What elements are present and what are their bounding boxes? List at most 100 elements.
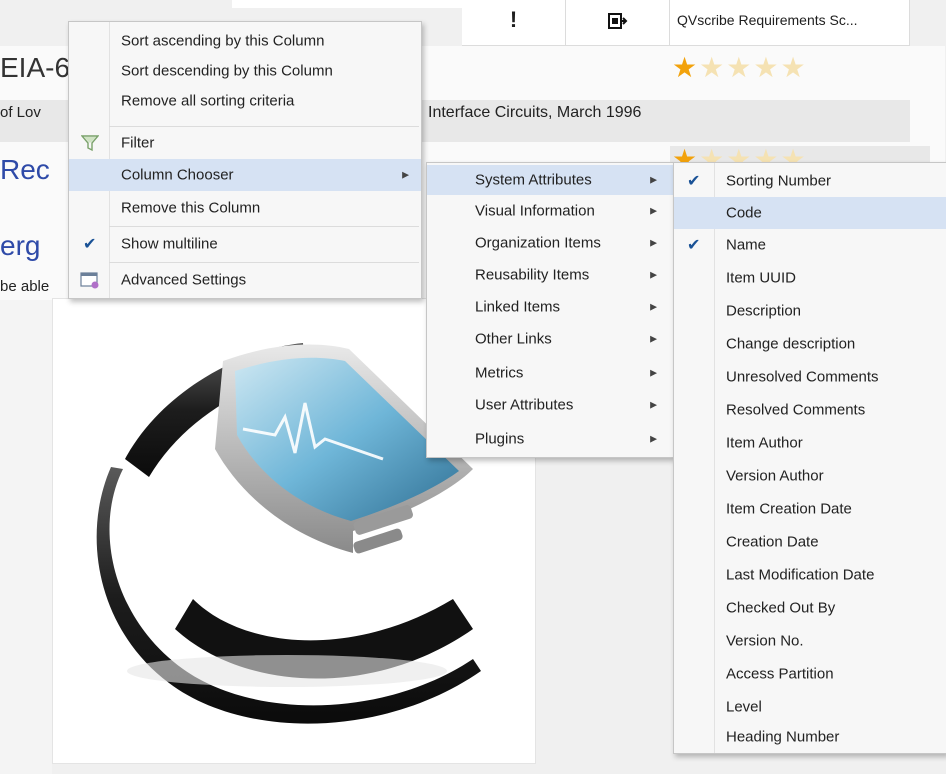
- item-uuid-item[interactable]: Item UUID: [674, 262, 946, 294]
- last-modification-date-item[interactable]: Last Modification Date: [674, 559, 946, 591]
- menu-item-label: User Attributes: [475, 396, 574, 414]
- menu-item-label: Metrics: [475, 364, 524, 382]
- requirement-heading-fragment: erg: [0, 230, 41, 261]
- submenu-arrow-icon: ▶: [650, 301, 657, 312]
- column-context-menu: Sort ascending by this Column Sort desce…: [68, 21, 422, 299]
- menu-item-label: Plugins: [475, 430, 525, 448]
- document-text-fragment: of Lov: [0, 104, 41, 121]
- menu-separator: [109, 262, 419, 263]
- menu-item-label: Access Partition: [726, 665, 834, 683]
- menu-item-label: Level: [726, 698, 762, 716]
- user-attributes-item[interactable]: User Attributes ▶: [427, 389, 673, 421]
- rating-stars: ★★★★★: [672, 54, 808, 82]
- menu-item-label: Advanced Settings: [121, 271, 247, 289]
- metrics-item[interactable]: Metrics ▶: [427, 357, 673, 389]
- name-item[interactable]: ✔ Name: [674, 229, 946, 261]
- item-creation-date-item[interactable]: Item Creation Date: [674, 493, 946, 525]
- system-attributes-item[interactable]: System Attributes ▶: [427, 165, 673, 195]
- menu-item-label: Filter: [121, 134, 155, 152]
- menu-item-label: Other Links: [475, 330, 552, 348]
- exclamation-column-header[interactable]: !: [462, 0, 566, 46]
- item-author-item[interactable]: Item Author: [674, 427, 946, 459]
- sort-descending-item[interactable]: Sort descending by this Column: [69, 56, 421, 86]
- advanced-settings-item[interactable]: Advanced Settings: [69, 264, 421, 296]
- submenu-arrow-icon: ▶: [650, 433, 657, 444]
- menu-item-label: Creation Date: [726, 533, 819, 551]
- submenu-arrow-icon: ▶: [650, 237, 657, 248]
- screen: ! QVscribe Requirements Sc... EIA-6 of L…: [0, 0, 946, 774]
- document-reference-text: Interface Circuits, March 1996: [428, 104, 642, 121]
- menu-item-label: Sorting Number: [726, 172, 832, 190]
- submenu-arrow-icon: ▶: [650, 174, 657, 185]
- plugin-icon: [607, 13, 627, 29]
- plugin-column-header[interactable]: [566, 0, 670, 46]
- organization-items-item[interactable]: Organization Items ▶: [427, 227, 673, 259]
- unresolved-comments-item[interactable]: Unresolved Comments: [674, 361, 946, 393]
- filter-item[interactable]: Filter: [69, 128, 421, 158]
- document-heading-fragment: EIA-6: [0, 52, 71, 83]
- menu-item-label: System Attributes: [475, 171, 592, 189]
- menu-item-label: Version Author: [726, 467, 824, 485]
- requirement-text-fragment: be able: [0, 278, 50, 295]
- code-item[interactable]: Code: [674, 197, 946, 229]
- creation-date-item[interactable]: Creation Date: [674, 526, 946, 558]
- menu-item-label: Linked Items: [475, 298, 561, 316]
- menu-item-label: Column Chooser: [121, 166, 234, 184]
- menu-item-label: Item UUID: [726, 269, 797, 287]
- column-chooser-item[interactable]: Column Chooser ▶: [69, 159, 421, 191]
- plugins-item[interactable]: Plugins ▶: [427, 423, 673, 455]
- star-icon: ★: [726, 52, 754, 83]
- submenu-arrow-icon: ▶: [650, 269, 657, 280]
- menu-item-label: Name: [726, 236, 767, 254]
- heading-number-item[interactable]: Heading Number: [674, 721, 946, 753]
- star-icon: ★: [753, 52, 781, 83]
- submenu-arrow-icon: ▶: [402, 169, 409, 180]
- linked-items-item[interactable]: Linked Items ▶: [427, 291, 673, 323]
- filter-icon: [81, 135, 99, 152]
- level-item[interactable]: Level: [674, 691, 946, 723]
- remove-sorting-item[interactable]: Remove all sorting criteria: [69, 86, 421, 116]
- checked-out-by-item[interactable]: Checked Out By: [674, 592, 946, 624]
- menu-item-label: Sort ascending by this Column: [121, 32, 325, 50]
- qvscribe-column-header[interactable]: QVscribe Requirements Sc...: [670, 0, 910, 46]
- remove-column-item[interactable]: Remove this Column: [69, 192, 421, 224]
- menu-item-label: Reusability Items: [475, 266, 590, 284]
- star-icon: ★: [672, 52, 700, 83]
- show-multiline-item[interactable]: ✔ Show multiline: [69, 228, 421, 260]
- menu-item-label: Item Author: [726, 434, 803, 452]
- menu-item-label: Unresolved Comments: [726, 368, 879, 386]
- other-links-item[interactable]: Other Links ▶: [427, 323, 673, 355]
- version-no-item[interactable]: Version No.: [674, 625, 946, 657]
- menu-separator: [109, 126, 419, 127]
- version-author-item[interactable]: Version Author: [674, 460, 946, 492]
- submenu-arrow-icon: ▶: [650, 367, 657, 378]
- sorting-number-item[interactable]: ✔ Sorting Number: [674, 165, 946, 197]
- checkmark-icon: ✔: [687, 173, 701, 190]
- advanced-settings-icon: [80, 272, 99, 289]
- section-heading-fragment: Rec: [0, 154, 50, 185]
- change-description-item[interactable]: Change description: [674, 328, 946, 360]
- system-attributes-submenu: ✔ Sorting Number Code ✔ Name Item UUID D…: [673, 162, 946, 754]
- reusability-items-item[interactable]: Reusability Items ▶: [427, 259, 673, 291]
- column-chooser-submenu: System Attributes ▶ Visual Information ▶…: [426, 162, 674, 458]
- menu-item-label: Visual Information: [475, 202, 595, 220]
- checkmark-icon: ✔: [687, 237, 701, 254]
- menu-item-label: Item Creation Date: [726, 500, 852, 518]
- left-margin: [0, 300, 52, 774]
- submenu-arrow-icon: ▶: [650, 205, 657, 216]
- menu-item-label: Heading Number: [726, 728, 840, 746]
- menu-item-label: Resolved Comments: [726, 401, 866, 419]
- resolved-comments-item[interactable]: Resolved Comments: [674, 394, 946, 426]
- menu-item-label: Remove this Column: [121, 199, 261, 217]
- menu-item-label: Code: [726, 204, 762, 222]
- sort-ascending-item[interactable]: Sort ascending by this Column: [69, 26, 421, 56]
- menu-item-label: Last Modification Date: [726, 566, 875, 584]
- menu-item-label: Checked Out By: [726, 599, 836, 617]
- star-icon: ★: [699, 52, 727, 83]
- menu-item-label: Version No.: [726, 632, 804, 650]
- description-item[interactable]: Description: [674, 295, 946, 327]
- checkmark-icon: ✔: [83, 236, 97, 253]
- menu-item-label: Sort descending by this Column: [121, 62, 333, 80]
- access-partition-item[interactable]: Access Partition: [674, 658, 946, 690]
- visual-information-item[interactable]: Visual Information ▶: [427, 195, 673, 227]
